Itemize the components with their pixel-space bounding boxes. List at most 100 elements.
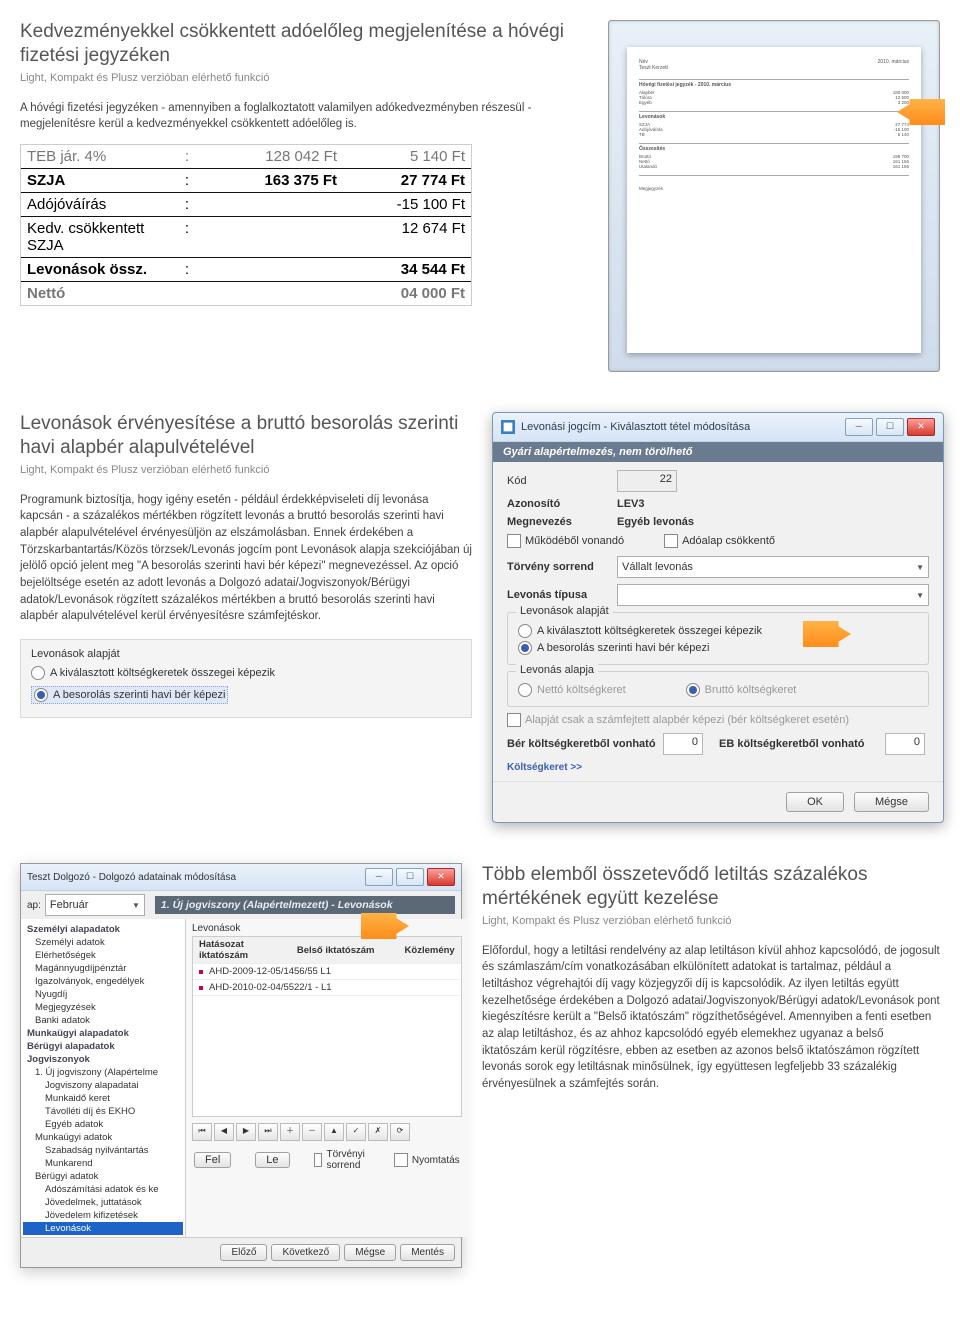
radio-option-2[interactable]: A besorolás szerinti havi bér képezi	[31, 686, 228, 704]
tree-node[interactable]: Személyi alapadatok	[23, 923, 183, 936]
eb-input[interactable]: 0	[885, 733, 925, 755]
section-1-body: A hóvégi fizetési jegyzéken - amennyiben…	[20, 100, 588, 133]
tree-node[interactable]: Munkarend	[23, 1157, 183, 1170]
nav-next[interactable]: ▶	[236, 1123, 256, 1141]
torvenyi-checkbox[interactable]: Törvényi sorrend	[314, 1149, 370, 1171]
nav-tree[interactable]: Személyi alapadatokSzemélyi adatokElérhe…	[21, 919, 186, 1237]
tree-node[interactable]: Levonások	[23, 1222, 183, 1235]
maximize-button[interactable]: ☐	[876, 418, 904, 436]
breadcrumb: 1. Új jogviszony (Alapértelmezett) - Lev…	[155, 896, 455, 914]
megn-value: Egyéb levonás	[617, 516, 694, 528]
nav-first[interactable]: ⏮	[192, 1123, 212, 1141]
tree-node[interactable]: Jövedelmek, juttatások	[23, 1196, 183, 1209]
tree-node[interactable]: Igazolványok, engedélyek	[23, 975, 183, 988]
pay-row: Kedv. csökkentett SZJA : 12 674 Ft	[21, 217, 471, 258]
kovetkezo-button[interactable]: Következő	[271, 1244, 340, 1261]
section-2-title: Levonások érvényesítése a bruttó besorol…	[20, 412, 472, 460]
list-header: Hatásozat iktatószám Belső iktatószám Kö…	[193, 937, 461, 964]
alapjat-checkbox[interactable]: Alapját csak a számfejtett alapbér képez…	[507, 713, 929, 727]
bullet-icon	[199, 970, 203, 974]
tree-node[interactable]: Adószámítási adatok és ke	[23, 1183, 183, 1196]
tree-node[interactable]: Személyi adatok	[23, 936, 183, 949]
radio-option-1[interactable]: A kiválasztott költségkeretek összegei k…	[31, 666, 461, 680]
nav-prev[interactable]: ◀	[214, 1123, 234, 1141]
nav-add[interactable]: ＋	[280, 1123, 300, 1141]
pay-table: TEB jár. 4% : 128 042 Ft 5 140 Ft SZJA :…	[20, 144, 472, 306]
kod-label: Kód	[507, 475, 617, 487]
nav-save[interactable]: ✓	[346, 1123, 366, 1141]
tree-node[interactable]: Bérügyi alapadatok	[23, 1040, 183, 1053]
month-select[interactable]: Február ▼	[45, 894, 145, 916]
nav-edit[interactable]: ▲	[324, 1123, 344, 1141]
le-button[interactable]: Le	[255, 1152, 289, 1168]
azon-label: Azonosító	[507, 498, 617, 510]
dolgozo-adatai-window: Teszt Dolgozó - Dolgozó adatainak módosí…	[20, 863, 462, 1268]
tree-node[interactable]: Munkaügyi alapadatok	[23, 1027, 183, 1040]
radio-icon	[518, 683, 532, 697]
chevron-down-icon: ▼	[916, 563, 924, 572]
radio-icon	[518, 641, 532, 655]
megse-button[interactable]: Mégse	[344, 1244, 396, 1261]
cancel-button[interactable]: Mégse	[854, 792, 929, 812]
radio-brutto[interactable]: Bruttó költségkeret	[686, 683, 797, 697]
month-label: ap:	[27, 900, 41, 911]
tree-node[interactable]: Jogviszonyok	[23, 1053, 183, 1066]
tree-node[interactable]: Távolléti díj és EKHO	[23, 1105, 183, 1118]
ok-button[interactable]: OK	[786, 792, 844, 812]
ber-input[interactable]: 0	[663, 733, 703, 755]
koltsegkeret-link[interactable]: Költségkeret >>	[507, 762, 582, 773]
checkbox-icon	[394, 1153, 408, 1167]
tipus-label: Levonás típusa	[507, 589, 617, 601]
radio-netto[interactable]: Nettó költségkeret	[518, 683, 626, 697]
maximize-button[interactable]: ☐	[396, 868, 424, 886]
tipus-select[interactable]: ▼	[617, 584, 929, 606]
window-title: Teszt Dolgozó - Dolgozó adatainak módosí…	[27, 872, 236, 883]
nav-refresh[interactable]: ⟳	[390, 1123, 410, 1141]
radio-icon	[518, 624, 532, 638]
fel-button[interactable]: Fel	[194, 1152, 231, 1168]
mentes-button[interactable]: Mentés	[400, 1244, 455, 1261]
nav-cancel[interactable]: ✗	[368, 1123, 388, 1141]
elozo-button[interactable]: Előző	[220, 1244, 267, 1261]
nav-del[interactable]: －	[302, 1123, 322, 1141]
minimize-button[interactable]: ─	[845, 418, 873, 436]
tree-node[interactable]: Adatkerhet nem viselő egy	[23, 1235, 183, 1237]
radio-kivalasztott[interactable]: A kiválasztott költségkeretek összegei k…	[518, 624, 918, 638]
tree-node[interactable]: Banki adatok	[23, 1014, 183, 1027]
tree-node[interactable]: Jövedelem kifizetések	[23, 1209, 183, 1222]
tree-node[interactable]: Elérhetőségek	[23, 949, 183, 962]
sorrend-select[interactable]: Vállalt levonás ▼	[617, 556, 929, 578]
close-button[interactable]: ✕	[907, 418, 935, 436]
nyomtatas-checkbox[interactable]: Nyomtatás	[394, 1153, 460, 1167]
adoalap-checkbox[interactable]: Adóalap csökkentő	[664, 534, 775, 548]
list-item[interactable]: AHD-2009-12-05/1456/55 L1	[193, 964, 461, 980]
mukodesbol-checkbox[interactable]: Működéből vonandó	[507, 534, 624, 548]
close-button[interactable]: ✕	[427, 868, 455, 886]
checkbox-icon	[664, 534, 678, 548]
tree-node[interactable]: Egyéb adatok	[23, 1118, 183, 1131]
azon-value: LEV3	[617, 498, 645, 510]
notice-bar: Gyári alapértelmezés, nem törölhető	[493, 442, 943, 462]
tree-node[interactable]: Szabadság nyilvántartás	[23, 1144, 183, 1157]
tree-node[interactable]: Megjegyzések	[23, 1001, 183, 1014]
radio-besorolas[interactable]: A besorolás szerinti havi bér képezi	[518, 641, 918, 655]
window-titlebar: Teszt Dolgozó - Dolgozó adatainak módosí…	[21, 864, 461, 891]
dialog-title: Levonási jogcím - Kiválasztott tétel mód…	[521, 421, 845, 433]
tree-node[interactable]: Bérügyi adatok	[23, 1170, 183, 1183]
tree-node[interactable]: Munkaidő keret	[23, 1092, 183, 1105]
levonasi-jogcim-dialog: Levonási jogcím - Kiválasztott tétel mód…	[492, 412, 944, 823]
groupbox-title: Levonások alapját	[31, 648, 461, 660]
section-1-title: Kedvezményekkel csökkentett adóelőleg me…	[20, 20, 588, 68]
tree-node[interactable]: Munkaügyi adatok	[23, 1131, 183, 1144]
tree-node[interactable]: Jogviszony alapadatai	[23, 1079, 183, 1092]
tree-node[interactable]: Magánnyugdíjpénztár	[23, 962, 183, 975]
tree-node[interactable]: Nyugdíj	[23, 988, 183, 1001]
section-3: Teszt Dolgozó - Dolgozó adatainak módosí…	[20, 863, 940, 1268]
tree-node[interactable]: 1. Új jogviszony (Alapértelme	[23, 1066, 183, 1079]
nav-last[interactable]: ⏭	[258, 1123, 278, 1141]
list-item[interactable]: AHD-2010-02-04/5522/1 - L1	[193, 980, 461, 996]
section-3-body: Előfordul, hogy a letiltási rendelvény a…	[482, 943, 940, 1093]
minimize-button[interactable]: ─	[365, 868, 393, 886]
radio-icon	[34, 688, 48, 702]
radio-icon	[31, 666, 45, 680]
